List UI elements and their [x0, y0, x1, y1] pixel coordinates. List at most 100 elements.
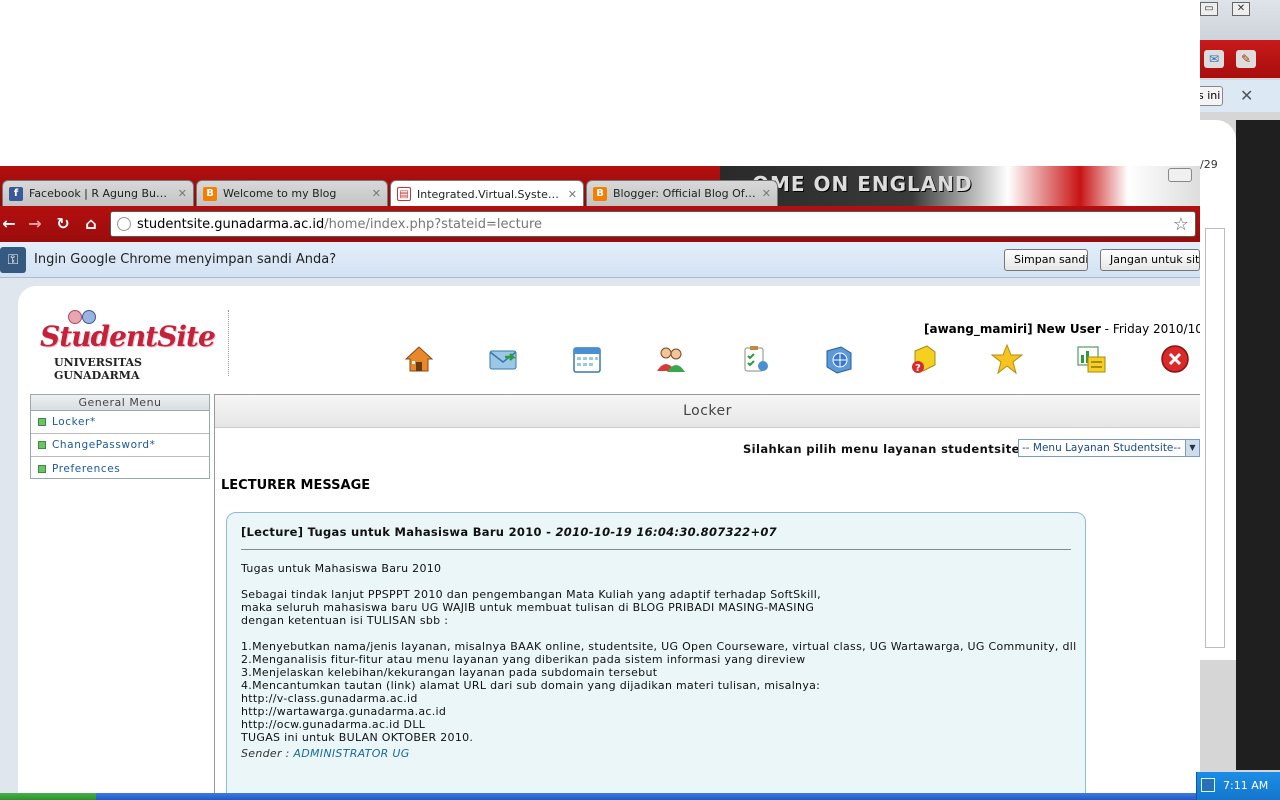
close-infobar-icon[interactable]: ✕ — [1240, 86, 1253, 105]
studentsite-container: StudentSite UNIVERSITAS GUNADARMA [awang… — [18, 286, 1200, 800]
help-icon[interactable]: ? — [906, 342, 940, 376]
key-icon: ⚿ — [0, 247, 26, 273]
message-title: [Lecture] Tugas untuk Mahasiswa Baru 201… — [241, 525, 777, 539]
message-line: http://v-class.gunadarma.ac.id — [241, 692, 418, 705]
message-line: 4.Mencantumkan tautan (link) alamat URL … — [241, 679, 821, 692]
home-button-icon[interactable]: ⌂ — [82, 215, 100, 233]
service-select-value: -- Menu Layanan Studentsite-- — [1022, 442, 1181, 454]
username: [awang_mamiri] — [924, 322, 1033, 336]
tab-close-icon[interactable]: ✕ — [372, 187, 381, 200]
current-date: - Friday 2010/10 — [1100, 322, 1200, 336]
home-icon[interactable] — [402, 342, 436, 376]
general-menu: General Menu Locker* ChangePassword* Pre… — [30, 394, 210, 479]
message-gap — [241, 627, 1071, 640]
logo-divider — [228, 310, 229, 376]
network-icon[interactable] — [1201, 778, 1215, 792]
message-gap — [241, 575, 1071, 588]
main-content: Locker Silahkan pilih menu layanan stude… — [214, 394, 1200, 800]
background-dark-area — [1236, 120, 1280, 770]
save-password-button[interactable]: Simpan sandi — [1004, 249, 1088, 271]
system-tray: 7:11 AM — [1196, 772, 1280, 800]
user-status: New User — [1036, 322, 1101, 336]
address-bar[interactable]: studentsite.gunadarma.ac.id /home/index.… — [110, 211, 1196, 237]
message-subject: [Lecture] Tugas untuk Mahasiswa Baru 201… — [241, 525, 542, 539]
sidebar-item-locker[interactable]: Locker* — [31, 411, 209, 434]
message-body: Tugas untuk Mahasiswa Baru 2010 Sebagai … — [241, 562, 1077, 744]
tab-title: Facebook | R Agung Budianto — [29, 187, 172, 200]
message-line: http://wartawarga.gunadarma.ac.id — [241, 705, 447, 718]
tasks-icon[interactable] — [738, 342, 772, 376]
bullet-icon — [38, 464, 46, 473]
browser-window: OME ON ENGLAND f Facebook | R Agung Budi… — [0, 0, 1200, 800]
message-box: [Lecture] Tugas untuk Mahasiswa Baru 201… — [226, 512, 1086, 800]
tab-close-icon[interactable]: ✕ — [762, 187, 771, 200]
sidebar-item-label: Locker* — [52, 416, 96, 428]
page-viewport: StudentSite UNIVERSITAS GUNADARMA [awang… — [0, 278, 1200, 800]
extension-icon[interactable]: ✉ — [1204, 50, 1224, 68]
sidebar-item-label: Preferences — [52, 462, 121, 475]
page-info-icon[interactable] — [117, 217, 131, 231]
globe-icon[interactable] — [822, 342, 856, 376]
message-timestamp: 2010-10-19 16:04:30.807322+07 — [555, 525, 777, 539]
mail-icon[interactable] — [486, 342, 520, 376]
calendar-icon[interactable] — [570, 342, 604, 376]
back-icon[interactable]: ← — [0, 215, 18, 233]
background-panel — [1205, 228, 1225, 648]
message-line: 1.Menyebutkan nama/jenis layanan, misaln… — [241, 640, 1077, 653]
address-path: /home/index.php?stateid=lecture — [324, 216, 543, 232]
logo-script: StudentSite — [40, 320, 216, 353]
message-line: TUGAS ini untuk BULAN OKTOBER 2010. — [241, 731, 474, 744]
general-menu-header: General Menu — [31, 395, 209, 411]
bullet-icon — [38, 418, 46, 426]
studentsite-logo[interactable]: StudentSite UNIVERSITAS GUNADARMA — [38, 306, 228, 382]
tab-welcome-blog[interactable]: B Welcome to my Blog ✕ — [196, 180, 388, 206]
chevron-down-icon[interactable]: ▼ — [1185, 440, 1199, 456]
message-line: http://ocw.gunadarma.ac.id DLL — [241, 718, 426, 731]
tab-close-icon[interactable]: ✕ — [178, 187, 187, 200]
tab-title: Welcome to my Blog — [223, 187, 337, 200]
reload-icon[interactable]: ↻ — [54, 215, 72, 233]
service-label: Silahkan pilih menu layanan studentsite … — [743, 442, 1030, 456]
password-infobar: ⚿ Ingin Google Chrome menyimpan sandi An… — [0, 242, 1200, 278]
service-row: Silahkan pilih menu layanan studentsite … — [215, 436, 1200, 460]
restore-icon[interactable]: ▭ — [1200, 2, 1218, 16]
service-select[interactable]: -- Menu Layanan Studentsite-- ▼ — [1018, 439, 1200, 457]
facebook-icon: f — [9, 186, 23, 201]
message-line: maka seluruh mahasiswa baru UG WAJIB unt… — [241, 601, 815, 614]
tab-close-icon[interactable]: ✕ — [568, 188, 577, 201]
minimize-icon[interactable] — [1168, 168, 1192, 182]
message-sender: Sender : ADMINISTRATOR UG — [241, 747, 1071, 760]
document-icon: ▤ — [397, 187, 411, 201]
message-line: 3.Menjelaskan kelebihan/kekurangan layan… — [241, 666, 658, 679]
bookmark-star-icon[interactable]: ☆ — [1173, 214, 1189, 235]
start-button[interactable] — [0, 793, 96, 800]
message-line: Sebagai tindak lanjut PPSPPT 2010 dan pe… — [241, 588, 821, 601]
blogger-icon: B — [203, 186, 217, 201]
sender-link[interactable]: ADMINISTRATOR UG — [293, 747, 409, 760]
never-save-button[interactable]: Jangan untuk situs ini — [1100, 249, 1200, 271]
tab-facebook[interactable]: f Facebook | R Agung Budianto ✕ — [2, 180, 194, 206]
message-line: Tugas untuk Mahasiswa Baru 2010 — [241, 562, 442, 575]
close-icon[interactable]: ✕ — [1232, 2, 1250, 16]
message-divider — [241, 549, 1071, 550]
logout-icon[interactable] — [1158, 342, 1192, 376]
wrench-icon[interactable]: ✎ — [1236, 50, 1256, 68]
sidebar-item-label: ChangePassword* — [52, 439, 156, 451]
chart-icon[interactable] — [1074, 342, 1108, 376]
user-info: [awang_mamiri] New User - Friday 2010/10 — [924, 322, 1200, 336]
background-date: /29 — [1200, 158, 1218, 171]
tab-integrated-virtual-system[interactable]: ▤ Integrated.Virtual.System ... ✕ — [390, 180, 584, 206]
page-title: Locker — [215, 394, 1200, 428]
message-line: dengan ketentuan isi TULISAN sbb : — [241, 614, 449, 627]
sidebar-item-change-password[interactable]: ChangePassword* — [31, 434, 209, 457]
tab-blogger-official[interactable]: B Blogger: Official Blog Of A... ✕ — [586, 180, 778, 206]
users-icon[interactable] — [654, 342, 688, 376]
sidebar-item-preferences[interactable]: Preferences — [31, 457, 209, 480]
theme-text: OME ON ENGLAND — [752, 172, 973, 196]
star-icon[interactable] — [990, 342, 1024, 376]
forward-icon[interactable]: → — [26, 215, 44, 233]
lecturer-message-heading: LECTURER MESSAGE — [221, 478, 371, 493]
clock: 7:11 AM — [1223, 779, 1269, 792]
nav-icon-bar: ? — [402, 342, 1200, 378]
blank-area — [0, 0, 1200, 166]
